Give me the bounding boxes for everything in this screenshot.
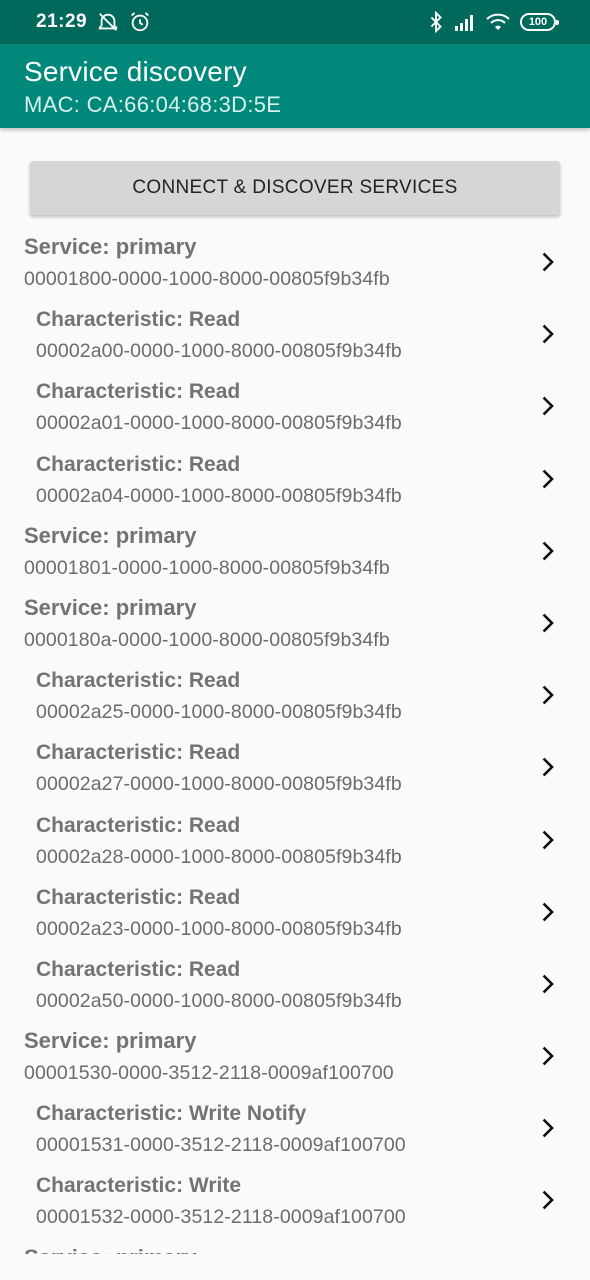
service-row[interactable]: Service: primary 00001801-0000-1000-8000…: [0, 517, 590, 589]
characteristic-row[interactable]: Characteristic: Read 00002a01-0000-1000-…: [0, 372, 590, 444]
characteristic-uuid: 00002a23-0000-1000-8000-00805f9b34fb: [36, 917, 402, 940]
page-title: Service discovery: [24, 56, 247, 87]
characteristic-title: Characteristic: Read: [36, 380, 241, 404]
wifi-icon: [486, 12, 510, 32]
characteristic-row[interactable]: Characteristic: Read 00002a28-0000-1000-…: [0, 806, 590, 878]
chevron-right-icon: [542, 541, 554, 561]
characteristic-row[interactable]: Characteristic: Read 00002a04-0000-1000-…: [0, 445, 590, 517]
characteristic-title: Characteristic: Write Notify: [36, 1102, 307, 1126]
chevron-right-icon: [542, 469, 554, 488]
service-row[interactable]: Service: primary 00001530-0000-3512-2118…: [0, 1022, 590, 1094]
service-title: Service: primary: [24, 1028, 197, 1054]
status-time: 21:29: [36, 11, 88, 32]
bluetooth-icon: [428, 11, 444, 33]
characteristic-row[interactable]: Characteristic: Read 00002a00-0000-1000-…: [0, 300, 590, 372]
nav-bar-area: [0, 1254, 590, 1280]
chevron-right-icon: [542, 324, 554, 344]
chevron-right-icon: [542, 252, 554, 272]
characteristic-row[interactable]: Characteristic: Read 00002a23-0000-1000-…: [0, 878, 590, 950]
chevron-right-icon: [542, 757, 554, 777]
characteristic-uuid: 00002a00-0000-1000-8000-00805f9b34fb: [36, 340, 402, 363]
characteristic-row[interactable]: Characteristic: Write Notify 00001531-00…: [0, 1094, 590, 1166]
service-row[interactable]: Service: primary 00001800-0000-1000-8000…: [0, 228, 590, 300]
chevron-right-icon: [542, 1191, 554, 1210]
characteristic-row[interactable]: Characteristic: Write 00001532-0000-3512…: [0, 1166, 590, 1238]
chevron-right-icon: [542, 397, 554, 416]
characteristic-title: Characteristic: Read: [36, 885, 241, 909]
characteristic-uuid: 00001532-0000-3512-2118-0009af100700: [36, 1206, 406, 1229]
characteristic-uuid: 00001531-0000-3512-2118-0009af100700: [36, 1134, 406, 1157]
alarm-off-icon: [97, 11, 119, 33]
chevron-right-icon: [542, 1118, 554, 1138]
service-title: Service: primary: [24, 594, 197, 620]
characteristic-uuid: 00002a50-0000-1000-8000-00805f9b34fb: [36, 989, 402, 1012]
characteristic-title: Characteristic: Write: [36, 1174, 242, 1198]
chevron-right-icon: [542, 1046, 554, 1066]
battery-icon: 100: [520, 13, 559, 31]
characteristic-uuid: 00002a25-0000-1000-8000-00805f9b34fb: [36, 701, 402, 724]
status-bar-left: 21:29: [36, 11, 151, 33]
chevron-right-icon: [542, 830, 554, 849]
connect-discover-button[interactable]: CONNECT & DISCOVER SERVICES: [30, 161, 560, 215]
alarm-icon: [129, 11, 151, 33]
gatt-list: Service: primary 00001800-0000-1000-8000…: [0, 228, 590, 1254]
status-bar: 21:29 100: [0, 0, 590, 44]
characteristic-title: Characteristic: Read: [36, 308, 241, 332]
chevron-right-icon: [542, 902, 554, 922]
characteristic-uuid: 00002a01-0000-1000-8000-00805f9b34fb: [36, 412, 402, 435]
characteristic-uuid: 00002a28-0000-1000-8000-00805f9b34fb: [36, 845, 402, 868]
characteristic-title: Characteristic: Read: [36, 669, 241, 693]
service-row[interactable]: Service: primary 0000180a-0000-1000-8000…: [0, 589, 590, 661]
characteristic-title: Characteristic: Read: [36, 452, 241, 476]
characteristic-uuid: 00002a04-0000-1000-8000-00805f9b34fb: [36, 484, 402, 507]
status-bar-right: 100: [428, 11, 559, 33]
service-uuid: 00001801-0000-1000-8000-00805f9b34fb: [24, 556, 390, 579]
service-uuid: 00001800-0000-1000-8000-00805f9b34fb: [24, 268, 390, 290]
device-mac-address: MAC: CA:66:04:68:3D:5E: [24, 92, 282, 117]
signal-icon: [454, 13, 476, 31]
service-title: Service: primary: [24, 1245, 196, 1254]
characteristic-row[interactable]: Characteristic: Read 00002a27-0000-1000-…: [0, 733, 590, 805]
chevron-right-icon: [542, 613, 554, 633]
chevron-right-icon: [542, 685, 554, 705]
characteristic-row[interactable]: Characteristic: Read 00002a50-0000-1000-…: [0, 950, 590, 1022]
service-title: Service: primary: [24, 234, 197, 259]
chevron-right-icon: [542, 974, 554, 994]
main-content[interactable]: CONNECT & DISCOVER SERVICES Service: pri…: [0, 128, 590, 1254]
service-title: Service: primary: [24, 522, 197, 548]
characteristic-title: Characteristic: Read: [36, 813, 241, 837]
characteristic-row[interactable]: Characteristic: Read 00002a25-0000-1000-…: [0, 661, 590, 733]
service-uuid: 0000180a-0000-1000-8000-00805f9b34fb: [24, 628, 390, 651]
service-uuid: 00001530-0000-3512-2118-0009af100700: [24, 1062, 394, 1085]
characteristic-title: Characteristic: Read: [36, 957, 241, 981]
service-row[interactable]: Service: primary: [0, 1239, 590, 1254]
app-bar: Service discovery MAC: CA:66:04:68:3D:5E: [0, 44, 590, 128]
characteristic-uuid: 00002a27-0000-1000-8000-00805f9b34fb: [36, 773, 402, 796]
characteristic-title: Characteristic: Read: [36, 741, 241, 765]
